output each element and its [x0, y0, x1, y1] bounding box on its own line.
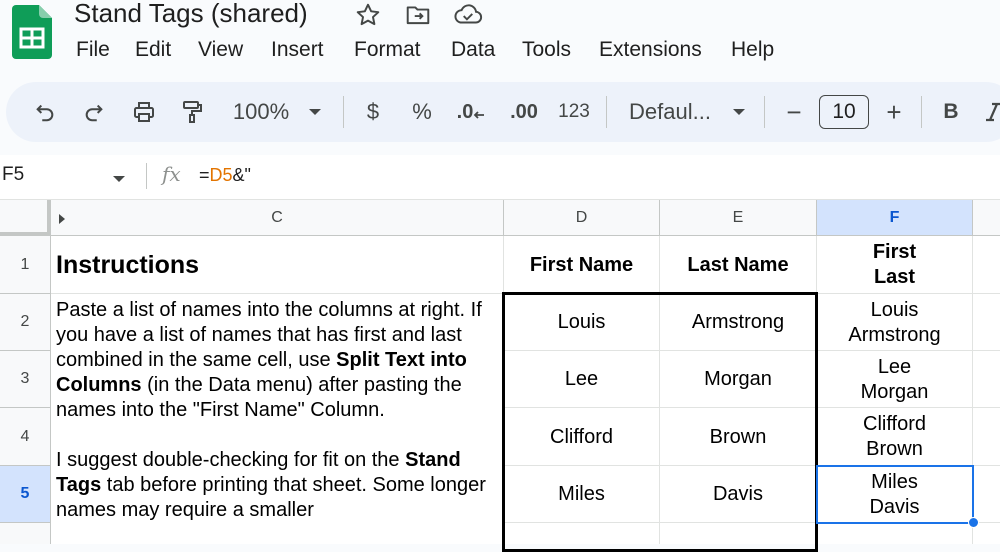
formula-input[interactable]: =D5&": [199, 165, 251, 186]
increase-font-size-button[interactable]: +: [879, 84, 909, 140]
menu-extensions[interactable]: Extensions: [599, 38, 702, 62]
row-header-5[interactable]: 5: [0, 466, 51, 523]
menu-data[interactable]: Data: [451, 38, 495, 62]
cell-f4-last: Brown: [866, 438, 923, 460]
column-header-e[interactable]: E: [660, 200, 817, 236]
cell-f3-first: Lee: [877, 355, 912, 378]
cell-f2-last: Armstrong: [848, 323, 941, 346]
cell-d3[interactable]: Lee: [504, 351, 659, 408]
instructions-text: I suggest double-checking for fit on the: [56, 449, 406, 471]
cell-f4-first: Clifford: [863, 413, 926, 435]
cell-d1[interactable]: First Name: [504, 236, 659, 294]
menu-edit[interactable]: Edit: [135, 38, 171, 62]
column-header-c[interactable]: C: [51, 200, 504, 236]
formula-divider: [146, 163, 147, 189]
cell-f1[interactable]: First Last: [817, 236, 972, 294]
more-formats-button[interactable]: 123: [556, 84, 592, 140]
name-box-dropdown-icon[interactable]: [112, 170, 126, 188]
star-icon[interactable]: [355, 2, 381, 28]
column-label: E: [732, 208, 744, 226]
formula-remainder: &": [232, 165, 251, 185]
increase-decimals-label: .00: [510, 100, 538, 123]
column-label: C: [271, 208, 283, 226]
decrease-decimals-label: .0: [456, 100, 474, 123]
print-icon[interactable]: [127, 84, 161, 140]
cell-e1[interactable]: Last Name: [660, 236, 816, 294]
row-header-6[interactable]: [0, 523, 51, 544]
expand-hidden-columns-icon[interactable]: [58, 212, 66, 230]
menu-tools[interactable]: Tools: [522, 38, 571, 62]
zoom-dropdown-icon[interactable]: [300, 84, 330, 140]
decrease-font-size-button[interactable]: −: [779, 84, 809, 140]
formula-equals: =: [199, 165, 210, 185]
font-family-select[interactable]: Defaul...: [624, 84, 716, 140]
cell-f3[interactable]: Lee Morgan: [817, 351, 972, 408]
row-header-4[interactable]: 4: [0, 408, 51, 466]
cell-e2[interactable]: Armstrong: [660, 294, 816, 351]
menu-format[interactable]: Format: [354, 38, 421, 62]
cell-d5[interactable]: Miles: [504, 466, 659, 523]
toolbar-divider: [764, 96, 765, 128]
row-header-2[interactable]: 2: [0, 294, 51, 351]
formula-bar: [0, 155, 1000, 200]
cell-e4[interactable]: Brown: [660, 408, 816, 466]
font-size-input[interactable]: 10: [818, 84, 870, 140]
active-cell-selection: [816, 465, 974, 524]
instructions-text: tab before printing that sheet. Some lon…: [56, 474, 486, 521]
row-label: 1: [20, 255, 30, 273]
column-header-f[interactable]: F: [817, 200, 973, 236]
cloud-saved-icon[interactable]: [453, 2, 483, 28]
row-label: 5: [20, 485, 30, 502]
name-box[interactable]: F5: [2, 164, 24, 186]
document-title[interactable]: Stand Tags (shared): [74, 0, 308, 29]
cell-e3[interactable]: Morgan: [660, 351, 816, 408]
font-size-value: 10: [819, 95, 869, 129]
row-label: 3: [20, 370, 30, 387]
percent-format-button[interactable]: %: [405, 84, 439, 140]
zoom-select[interactable]: 100%: [226, 84, 296, 140]
currency-format-button[interactable]: $: [356, 84, 390, 140]
row-header-3[interactable]: 3: [0, 351, 51, 408]
cell-f4[interactable]: Clifford Brown: [817, 408, 972, 466]
font-dropdown-icon[interactable]: [724, 84, 754, 140]
column-header-d[interactable]: D: [504, 200, 660, 236]
bold-button[interactable]: B: [934, 84, 968, 140]
select-all-corner[interactable]: [0, 200, 51, 236]
redo-icon[interactable]: [77, 84, 111, 140]
column-header-g[interactable]: [973, 200, 1000, 236]
toolbar-divider: [606, 96, 607, 128]
sheets-logo-icon[interactable]: [12, 5, 52, 59]
toolbar-divider: [921, 96, 922, 128]
formula-cell-reference: D5: [209, 165, 233, 185]
cell-d2[interactable]: Louis: [504, 294, 659, 351]
menu-help[interactable]: Help: [731, 38, 774, 62]
move-to-folder-icon[interactable]: [405, 2, 431, 28]
fx-icon: fx: [162, 162, 181, 186]
cell-c1[interactable]: Instructions: [56, 236, 199, 294]
undo-icon[interactable]: [28, 84, 62, 140]
cell-f3-last: Morgan: [860, 380, 929, 403]
cell-d4[interactable]: Clifford: [504, 408, 659, 466]
fill-handle[interactable]: [968, 517, 979, 528]
cell-f2[interactable]: Louis Armstrong: [817, 294, 972, 351]
italic-icon[interactable]: [986, 84, 1000, 140]
paint-format-icon[interactable]: [175, 84, 209, 140]
column-label: F: [889, 208, 900, 226]
cell-f1-line: Last: [873, 266, 916, 288]
menu-insert[interactable]: Insert: [271, 38, 324, 62]
menu-file[interactable]: File: [76, 38, 110, 62]
increase-decimals-button[interactable]: .00: [503, 84, 545, 140]
menu-view[interactable]: View: [198, 38, 243, 62]
toolbar-divider: [343, 96, 344, 128]
cell-c2-instructions[interactable]: Paste a list of names into the columns a…: [56, 298, 498, 523]
row-label: 2: [20, 313, 30, 330]
cell-f2-first: Louis: [870, 298, 919, 321]
decrease-decimals-button[interactable]: .0: [452, 84, 490, 140]
row-label: 4: [20, 427, 30, 445]
column-label: D: [575, 208, 588, 226]
row-header-1[interactable]: 1: [0, 236, 51, 294]
cell-f1-line: First: [872, 241, 917, 263]
cell-e5[interactable]: Davis: [660, 466, 816, 523]
